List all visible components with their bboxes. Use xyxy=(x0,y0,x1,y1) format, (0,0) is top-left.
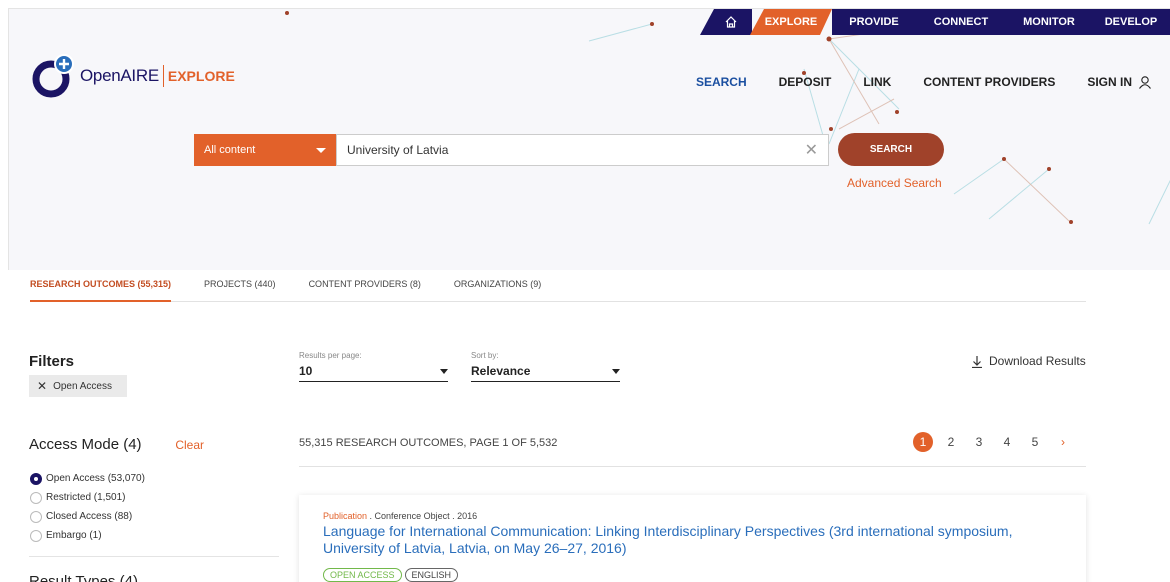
page-2[interactable]: 2 xyxy=(941,432,961,452)
results-divider xyxy=(299,466,1086,467)
sort-label: Sort by: xyxy=(471,351,499,360)
nav-link[interactable]: LINK xyxy=(863,75,891,89)
download-results-button[interactable]: Download Results xyxy=(971,354,1086,368)
chevron-down-icon xyxy=(440,368,448,374)
portal-connect[interactable]: CONNECT xyxy=(916,9,1006,35)
radio-icon xyxy=(30,529,42,542)
nav-content-providers[interactable]: CONTENT PROVIDERS xyxy=(923,75,1055,89)
results-count: 55,315 RESEARCH OUTCOMES, PAGE 1 OF 5,53… xyxy=(299,437,558,449)
logo-divider xyxy=(162,65,164,87)
search-input[interactable]: University of Latvia ✕ xyxy=(336,134,829,166)
top-portal-bar: EXPLORE PROVIDE CONNECT MONITOR DEVELOP xyxy=(700,9,1170,35)
tab-content-providers[interactable]: CONTENT PROVIDERS (8) xyxy=(309,269,421,302)
option-label: Restricted (1,501) xyxy=(46,492,126,503)
search-query: University of Latvia xyxy=(347,143,449,157)
sign-in-label: SIGN IN xyxy=(1087,75,1132,89)
result-meta: Publication . Conference Object . 2016 xyxy=(323,511,477,521)
option-label: Embargo (1) xyxy=(46,530,102,541)
sign-in-button[interactable]: SIGN IN xyxy=(1087,75,1152,89)
openaire-logo[interactable]: OpenAIRE EXPLORE xyxy=(31,53,235,99)
tab-organizations[interactable]: ORGANIZATIONS (9) xyxy=(454,269,541,302)
active-filter-chip[interactable]: ✕ Open Access xyxy=(29,375,127,397)
portal-monitor[interactable]: MONITOR xyxy=(1006,9,1092,35)
result-title-link[interactable]: Language for International Communication… xyxy=(323,523,1063,557)
logo-name: OpenAIRE xyxy=(80,66,159,85)
clear-search-icon[interactable]: ✕ xyxy=(805,140,818,160)
advanced-search-link[interactable]: Advanced Search xyxy=(847,176,942,190)
access-mode-options: Open Access (53,070) Restricted (1,501) … xyxy=(30,469,145,545)
sort-select[interactable]: Relevance xyxy=(471,364,620,382)
result-card: Publication . Conference Object . 2016 L… xyxy=(299,495,1086,582)
logo-section: EXPLORE xyxy=(167,68,235,84)
per-page-value: 10 xyxy=(299,364,313,378)
next-page-icon[interactable]: › xyxy=(1053,432,1073,452)
filters-title: Filters xyxy=(29,353,75,370)
result-badges: OPEN ACCESS ENGLISH xyxy=(323,568,459,582)
tab-projects[interactable]: PROJECTS (440) xyxy=(204,269,276,302)
page-4[interactable]: 4 xyxy=(997,432,1017,452)
home-button[interactable] xyxy=(700,9,752,35)
option-label: Open Access (53,070) xyxy=(46,473,145,484)
meta-separator: . xyxy=(449,511,458,521)
remove-filter-icon[interactable]: ✕ xyxy=(37,379,47,393)
portal-develop[interactable]: DEVELOP xyxy=(1092,9,1170,35)
per-page-select[interactable]: 10 xyxy=(299,364,448,382)
result-type: Publication xyxy=(323,511,368,521)
user-icon xyxy=(1139,76,1151,89)
access-mode-clear[interactable]: Clear xyxy=(175,438,204,452)
access-option-closed[interactable]: Closed Access (88) xyxy=(30,507,145,526)
download-icon xyxy=(972,355,982,368)
radio-selected-icon xyxy=(30,472,42,485)
sort-value: Relevance xyxy=(471,364,531,378)
nav-search[interactable]: SEARCH xyxy=(696,75,747,89)
pagination: 1 2 3 4 5 › xyxy=(913,432,1081,452)
access-option-restricted[interactable]: Restricted (1,501) xyxy=(30,488,145,507)
per-page-control[interactable]: Results per page: 10 xyxy=(299,351,448,382)
open-access-badge: OPEN ACCESS xyxy=(323,568,402,582)
meta-separator: . xyxy=(367,511,375,521)
search-button[interactable]: SEARCH xyxy=(838,133,944,166)
openaire-logo-icon xyxy=(31,53,77,99)
content-type-label: All content xyxy=(204,144,256,156)
page-3[interactable]: 3 xyxy=(969,432,989,452)
access-option-open[interactable]: Open Access (53,070) xyxy=(30,469,145,488)
active-filter-label: Open Access xyxy=(53,380,112,392)
access-mode-title: Access Mode (4) xyxy=(29,436,142,453)
main-nav: SEARCH DEPOSIT LINK CONTENT PROVIDERS SI… xyxy=(664,75,1152,89)
content-type-select[interactable]: All content xyxy=(194,134,336,166)
chevron-down-icon xyxy=(316,147,326,153)
search-bar: All content University of Latvia ✕ xyxy=(194,134,829,166)
per-page-label: Results per page: xyxy=(299,351,362,360)
portal-explore[interactable]: EXPLORE xyxy=(750,9,832,35)
radio-icon xyxy=(30,510,42,523)
download-label: Download Results xyxy=(989,354,1086,368)
nav-deposit[interactable]: DEPOSIT xyxy=(779,75,832,89)
hero-section: EXPLORE PROVIDE CONNECT MONITOR DEVELOP … xyxy=(8,8,1170,270)
chevron-down-icon xyxy=(612,368,620,374)
portal-provide[interactable]: PROVIDE xyxy=(832,9,916,35)
result-tabs: RESEARCH OUTCOMES (55,315) PROJECTS (440… xyxy=(30,269,1086,302)
language-badge: ENGLISH xyxy=(404,568,459,582)
option-label: Closed Access (88) xyxy=(46,511,133,522)
result-year: 2016 xyxy=(457,511,478,521)
filter-divider xyxy=(29,556,279,557)
result-types-title[interactable]: Result Types (4) xyxy=(29,573,138,582)
home-icon xyxy=(725,16,737,28)
sort-control[interactable]: Sort by: Relevance xyxy=(471,351,620,382)
radio-icon xyxy=(30,491,42,504)
page-1[interactable]: 1 xyxy=(913,432,933,452)
access-option-embargo[interactable]: Embargo (1) xyxy=(30,526,145,545)
page-5[interactable]: 5 xyxy=(1025,432,1045,452)
access-mode-header: Access Mode (4) Clear xyxy=(29,436,204,453)
result-subtype: Conference Object xyxy=(374,511,450,521)
tab-research-outcomes[interactable]: RESEARCH OUTCOMES (55,315) xyxy=(30,269,172,302)
